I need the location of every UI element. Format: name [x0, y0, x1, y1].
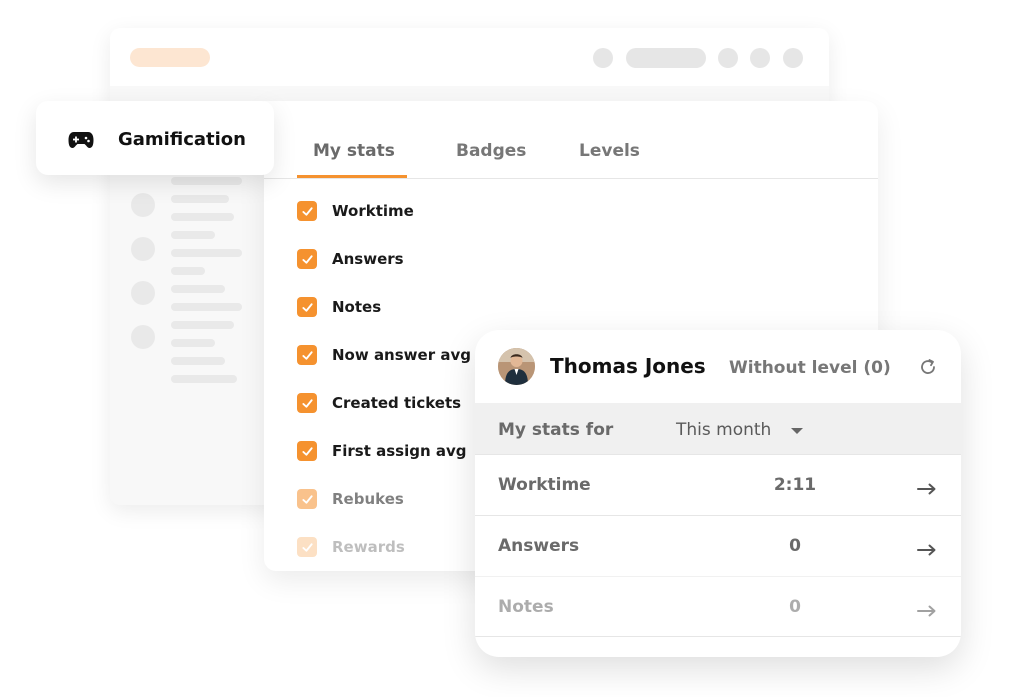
stat-option-first-assign-avg[interactable]: First assign avg: [297, 441, 467, 461]
stat-option-label: Rewards: [332, 538, 405, 556]
tab-my-stats[interactable]: My stats: [313, 141, 395, 161]
skeleton-line: [171, 375, 237, 383]
stat-value: 0: [789, 536, 801, 556]
stat-option-label: Worktime: [332, 202, 414, 220]
user-level: Without level (0): [729, 358, 891, 378]
chevron-down-icon[interactable]: [791, 428, 803, 434]
stat-option-answers[interactable]: Answers: [297, 249, 404, 269]
skeleton-line: [171, 195, 229, 203]
arrow-right-icon[interactable]: [917, 480, 937, 495]
stat-value: 2:11: [773, 475, 817, 495]
stat-option-notes[interactable]: Notes: [297, 297, 381, 317]
window-top-bar: [110, 28, 829, 86]
checkmark-icon: [301, 350, 313, 360]
skeleton-line: [171, 339, 215, 347]
checkbox[interactable]: [297, 201, 317, 221]
stat-option-answer-avg[interactable]: Now answer avg t: [297, 345, 483, 365]
skeleton-line: [171, 231, 215, 239]
stat-option-label: Notes: [332, 298, 382, 316]
user-name: Thomas Jones: [550, 354, 706, 378]
stat-label: Notes: [498, 597, 554, 617]
stat-row-worktime[interactable]: Worktime 2:11: [475, 454, 961, 515]
checkbox[interactable]: [297, 345, 317, 365]
checkmark-icon: [301, 254, 313, 264]
stat-value: 0: [789, 597, 801, 617]
gamification-header: Gamification: [36, 101, 274, 175]
arrow-right-icon[interactable]: [917, 541, 937, 556]
skeleton-line: [171, 213, 234, 221]
skeleton-avatar: [131, 281, 155, 305]
checkmark-icon: [301, 302, 313, 312]
filter-label: My stats for: [498, 420, 614, 440]
placeholder-pill: [130, 48, 210, 67]
stat-option-created-tickets[interactable]: Created tickets: [297, 393, 461, 413]
stat-option-label: Rebukes: [332, 490, 404, 508]
checkmark-icon: [301, 542, 313, 552]
skeleton-line: [171, 321, 234, 329]
stat-option-rebukes[interactable]: Rebukes: [297, 489, 404, 509]
skeleton-line: [171, 267, 205, 275]
stat-option-label: Answers: [332, 250, 404, 268]
tab-badges[interactable]: Badges: [456, 141, 526, 161]
row-divider: [475, 636, 961, 637]
placeholder-pill: [626, 48, 706, 68]
stat-label: Worktime: [498, 475, 591, 495]
avatar: [498, 348, 535, 385]
stat-option-label: Now answer avg t: [332, 346, 484, 364]
skeleton-line: [171, 357, 225, 365]
skeleton-avatar: [131, 193, 155, 217]
tab-levels[interactable]: Levels: [579, 141, 640, 161]
tab-divider: [264, 178, 878, 179]
gamification-title: Gamification: [118, 129, 246, 150]
checkbox[interactable]: [297, 441, 317, 461]
stat-row-notes[interactable]: Notes 0: [475, 576, 961, 637]
period-dropdown[interactable]: This month: [676, 420, 771, 440]
checkmark-icon: [301, 206, 313, 216]
checkbox[interactable]: [297, 297, 317, 317]
skeleton-avatar: [131, 325, 155, 349]
checkbox[interactable]: [297, 489, 317, 509]
checkbox[interactable]: [297, 537, 317, 557]
placeholder-dot: [593, 48, 613, 68]
stat-option-label: First assign avg: [332, 442, 467, 460]
checkbox[interactable]: [297, 393, 317, 413]
skeleton-avatar: [131, 237, 155, 261]
checkmark-icon: [301, 494, 313, 504]
stat-option-worktime[interactable]: Worktime: [297, 201, 414, 221]
placeholder-dot: [718, 48, 738, 68]
placeholder-dot: [783, 48, 803, 68]
stat-row-answers[interactable]: Answers 0: [475, 515, 961, 576]
arrow-right-icon[interactable]: [917, 602, 937, 617]
checkmark-icon: [301, 398, 313, 408]
stats-filter-bar: My stats for This month: [475, 403, 961, 454]
skeleton-line: [171, 177, 242, 185]
skeleton-line: [171, 303, 242, 311]
skeleton-line: [171, 285, 225, 293]
stat-label: Answers: [498, 536, 580, 556]
profile-stats-card: Thomas Jones Without level (0) My stats …: [475, 330, 961, 657]
placeholder-dot: [750, 48, 770, 68]
stat-option-rewards[interactable]: Rewards: [297, 537, 405, 557]
checkmark-icon: [301, 446, 313, 456]
skeleton-line: [171, 249, 242, 257]
checkbox[interactable]: [297, 249, 317, 269]
stat-option-label: Created tickets: [332, 394, 462, 412]
gamepad-icon: [68, 131, 94, 149]
refresh-icon[interactable]: [919, 358, 937, 376]
